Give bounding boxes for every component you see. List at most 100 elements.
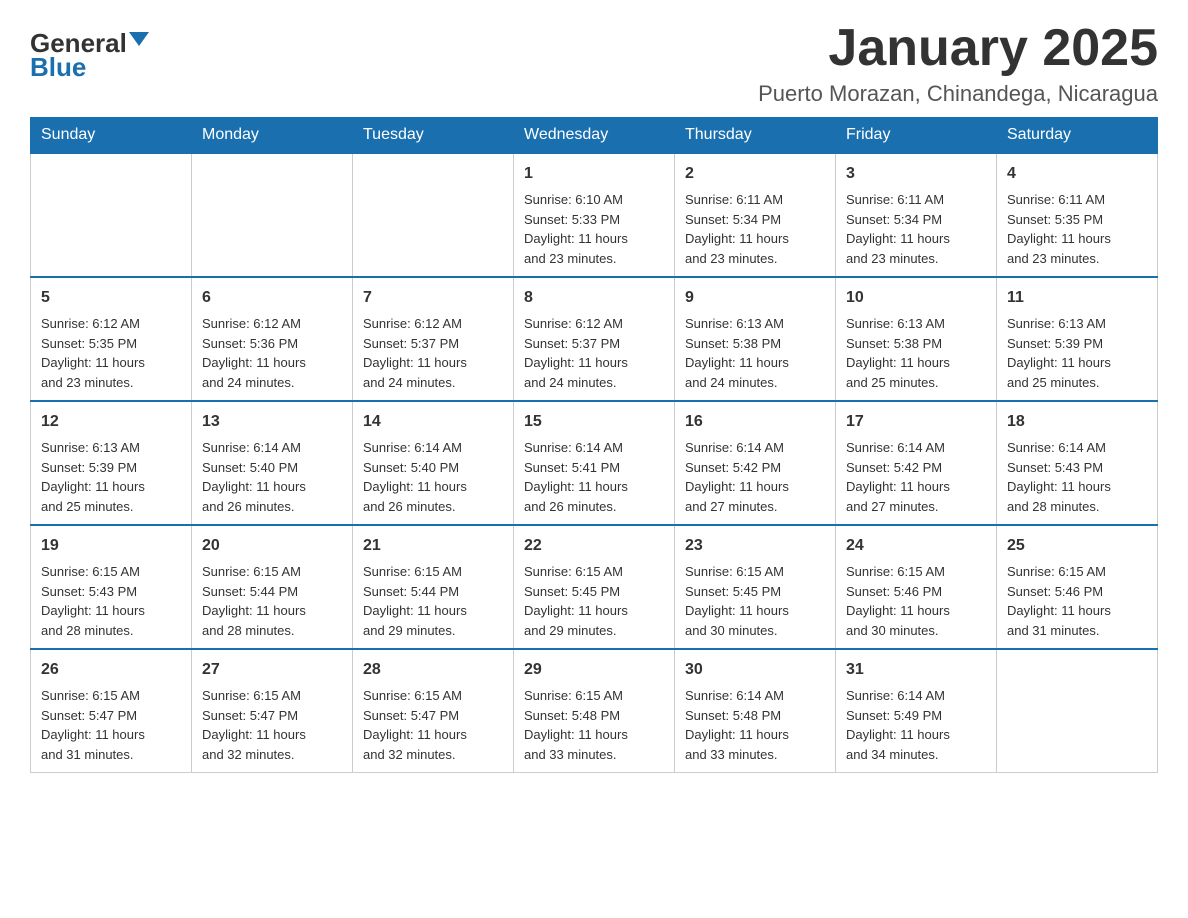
day-info: Sunrise: 6:12 AMSunset: 5:36 PMDaylight:…: [202, 314, 342, 392]
day-number: 7: [363, 286, 503, 310]
logo: General Blue: [30, 30, 149, 80]
table-row: 15 Sunrise: 6:14 AMSunset: 5:41 PMDayligh…: [514, 401, 675, 525]
table-row: 9 Sunrise: 6:13 AMSunset: 5:38 PMDaylight…: [675, 277, 836, 401]
table-row: 21Sunrise: 6:15 AMSunset: 5:44 PMDayligh…: [353, 525, 514, 649]
table-row: 29 Sunrise: 6:15 AMSunset: 5:48 PMDayligh…: [514, 649, 675, 773]
day-info: Sunrise: 6:15 AMSunset: 5:48 PMDaylight:…: [524, 686, 664, 764]
calendar-title: January 2025: [758, 20, 1158, 77]
day-info: Sunrise: 6:14 AMSunset: 5:42 PMDaylight:…: [846, 438, 986, 516]
calendar-table: Sunday Monday Tuesday Wednesday Thursday…: [30, 117, 1158, 773]
table-row: 16 Sunrise: 6:14 AMSunset: 5:42 PMDayligh…: [675, 401, 836, 525]
calendar-week-row: 1 Sunrise: 6:10 AMSunset: 5:33 PMDaylight…: [31, 153, 1158, 277]
day-number: 9: [685, 286, 825, 310]
day-number: 3: [846, 162, 986, 186]
table-row: 30Sunrise: 6:14 AMSunset: 5:48 PMDayligh…: [675, 649, 836, 773]
day-info: Sunrise: 6:13 AMSunset: 5:39 PMDaylight:…: [1007, 314, 1147, 392]
table-row: 20 Sunrise: 6:15 AMSunset: 5:44 PMDayligh…: [192, 525, 353, 649]
day-info: Sunrise: 6:12 AMSunset: 5:37 PMDaylight:…: [363, 314, 503, 392]
table-row: 25 Sunrise: 6:15 AMSunset: 5:46 PMDayligh…: [997, 525, 1158, 649]
table-row: 22 Sunrise: 6:15 AMSunset: 5:45 PMDayligh…: [514, 525, 675, 649]
table-row: 28Sunrise: 6:15 AMSunset: 5:47 PMDayligh…: [353, 649, 514, 773]
page-header: General Blue January 2025 Puerto Morazan…: [30, 20, 1158, 107]
day-info: Sunrise: 6:15 AMSunset: 5:44 PMDaylight:…: [363, 562, 503, 640]
table-row: 1 Sunrise: 6:10 AMSunset: 5:33 PMDaylight…: [514, 153, 675, 277]
day-info: Sunrise: 6:11 AMSunset: 5:34 PMDaylight:…: [846, 190, 986, 268]
col-thursday: Thursday: [675, 118, 836, 154]
calendar-week-row: 12Sunrise: 6:13 AMSunset: 5:39 PMDayligh…: [31, 401, 1158, 525]
table-row: 31 Sunrise: 6:14 AMSunset: 5:49 PMDayligh…: [836, 649, 997, 773]
day-number: 5: [41, 286, 181, 310]
day-number: 13: [202, 410, 342, 434]
day-info: Sunrise: 6:15 AMSunset: 5:47 PMDaylight:…: [363, 686, 503, 764]
day-number: 10: [846, 286, 986, 310]
day-info: Sunrise: 6:11 AMSunset: 5:34 PMDaylight:…: [685, 190, 825, 268]
day-info: Sunrise: 6:12 AMSunset: 5:37 PMDaylight:…: [524, 314, 664, 392]
day-number: 20: [202, 534, 342, 558]
day-number: 14: [363, 410, 503, 434]
calendar-week-row: 26Sunrise: 6:15 AMSunset: 5:47 PMDayligh…: [31, 649, 1158, 773]
table-row: 4Sunrise: 6:11 AMSunset: 5:35 PMDaylight…: [997, 153, 1158, 277]
col-monday: Monday: [192, 118, 353, 154]
col-saturday: Saturday: [997, 118, 1158, 154]
table-row: 10 Sunrise: 6:13 AMSunset: 5:38 PMDayligh…: [836, 277, 997, 401]
day-number: 15: [524, 410, 664, 434]
day-number: 24: [846, 534, 986, 558]
day-info: Sunrise: 6:14 AMSunset: 5:41 PMDaylight:…: [524, 438, 664, 516]
day-number: 29: [524, 658, 664, 682]
day-number: 16: [685, 410, 825, 434]
day-info: Sunrise: 6:14 AMSunset: 5:49 PMDaylight:…: [846, 686, 986, 764]
table-row: [997, 649, 1158, 773]
day-number: 8: [524, 286, 664, 310]
table-row: 2 Sunrise: 6:11 AMSunset: 5:34 PMDaylight…: [675, 153, 836, 277]
table-row: 14 Sunrise: 6:14 AMSunset: 5:40 PMDayligh…: [353, 401, 514, 525]
table-row: 5 Sunrise: 6:12 AMSunset: 5:35 PMDaylight…: [31, 277, 192, 401]
calendar-week-row: 19Sunrise: 6:15 AMSunset: 5:43 PMDayligh…: [31, 525, 1158, 649]
table-row: [192, 153, 353, 277]
table-row: 27 Sunrise: 6:15 AMSunset: 5:47 PMDayligh…: [192, 649, 353, 773]
day-info: Sunrise: 6:11 AMSunset: 5:35 PMDaylight:…: [1007, 190, 1147, 268]
table-row: 18Sunrise: 6:14 AMSunset: 5:43 PMDayligh…: [997, 401, 1158, 525]
day-number: 2: [685, 162, 825, 186]
day-info: Sunrise: 6:15 AMSunset: 5:45 PMDaylight:…: [524, 562, 664, 640]
day-info: Sunrise: 6:15 AMSunset: 5:47 PMDaylight:…: [202, 686, 342, 764]
day-info: Sunrise: 6:15 AMSunset: 5:47 PMDaylight:…: [41, 686, 181, 764]
table-row: 24Sunrise: 6:15 AMSunset: 5:46 PMDayligh…: [836, 525, 997, 649]
day-info: Sunrise: 6:15 AMSunset: 5:43 PMDaylight:…: [41, 562, 181, 640]
title-block: January 2025 Puerto Morazan, Chinandega,…: [758, 20, 1158, 107]
logo-blue-text: Blue: [30, 54, 86, 80]
table-row: 3 Sunrise: 6:11 AMSunset: 5:34 PMDaylight…: [836, 153, 997, 277]
table-row: 11Sunrise: 6:13 AMSunset: 5:39 PMDayligh…: [997, 277, 1158, 401]
day-number: 25: [1007, 534, 1147, 558]
day-info: Sunrise: 6:15 AMSunset: 5:46 PMDaylight:…: [1007, 562, 1147, 640]
calendar-subtitle: Puerto Morazan, Chinandega, Nicaragua: [758, 81, 1158, 107]
col-sunday: Sunday: [31, 118, 192, 154]
table-row: 17 Sunrise: 6:14 AMSunset: 5:42 PMDayligh…: [836, 401, 997, 525]
day-info: Sunrise: 6:15 AMSunset: 5:44 PMDaylight:…: [202, 562, 342, 640]
day-info: Sunrise: 6:15 AMSunset: 5:45 PMDaylight:…: [685, 562, 825, 640]
day-info: Sunrise: 6:10 AMSunset: 5:33 PMDaylight:…: [524, 190, 664, 268]
day-info: Sunrise: 6:13 AMSunset: 5:38 PMDaylight:…: [685, 314, 825, 392]
day-info: Sunrise: 6:14 AMSunset: 5:40 PMDaylight:…: [363, 438, 503, 516]
day-number: 6: [202, 286, 342, 310]
day-number: 30: [685, 658, 825, 682]
table-row: 12Sunrise: 6:13 AMSunset: 5:39 PMDayligh…: [31, 401, 192, 525]
day-number: 17: [846, 410, 986, 434]
day-info: Sunrise: 6:14 AMSunset: 5:43 PMDaylight:…: [1007, 438, 1147, 516]
day-number: 31: [846, 658, 986, 682]
day-number: 27: [202, 658, 342, 682]
table-row: 6 Sunrise: 6:12 AMSunset: 5:36 PMDaylight…: [192, 277, 353, 401]
calendar-week-row: 5 Sunrise: 6:12 AMSunset: 5:35 PMDaylight…: [31, 277, 1158, 401]
day-number: 12: [41, 410, 181, 434]
table-row: 19Sunrise: 6:15 AMSunset: 5:43 PMDayligh…: [31, 525, 192, 649]
col-tuesday: Tuesday: [353, 118, 514, 154]
day-number: 23: [685, 534, 825, 558]
table-row: 7 Sunrise: 6:12 AMSunset: 5:37 PMDaylight…: [353, 277, 514, 401]
col-wednesday: Wednesday: [514, 118, 675, 154]
day-info: Sunrise: 6:12 AMSunset: 5:35 PMDaylight:…: [41, 314, 181, 392]
day-number: 22: [524, 534, 664, 558]
day-number: 1: [524, 162, 664, 186]
day-info: Sunrise: 6:13 AMSunset: 5:38 PMDaylight:…: [846, 314, 986, 392]
table-row: 23 Sunrise: 6:15 AMSunset: 5:45 PMDayligh…: [675, 525, 836, 649]
table-row: 8 Sunrise: 6:12 AMSunset: 5:37 PMDaylight…: [514, 277, 675, 401]
day-info: Sunrise: 6:14 AMSunset: 5:42 PMDaylight:…: [685, 438, 825, 516]
